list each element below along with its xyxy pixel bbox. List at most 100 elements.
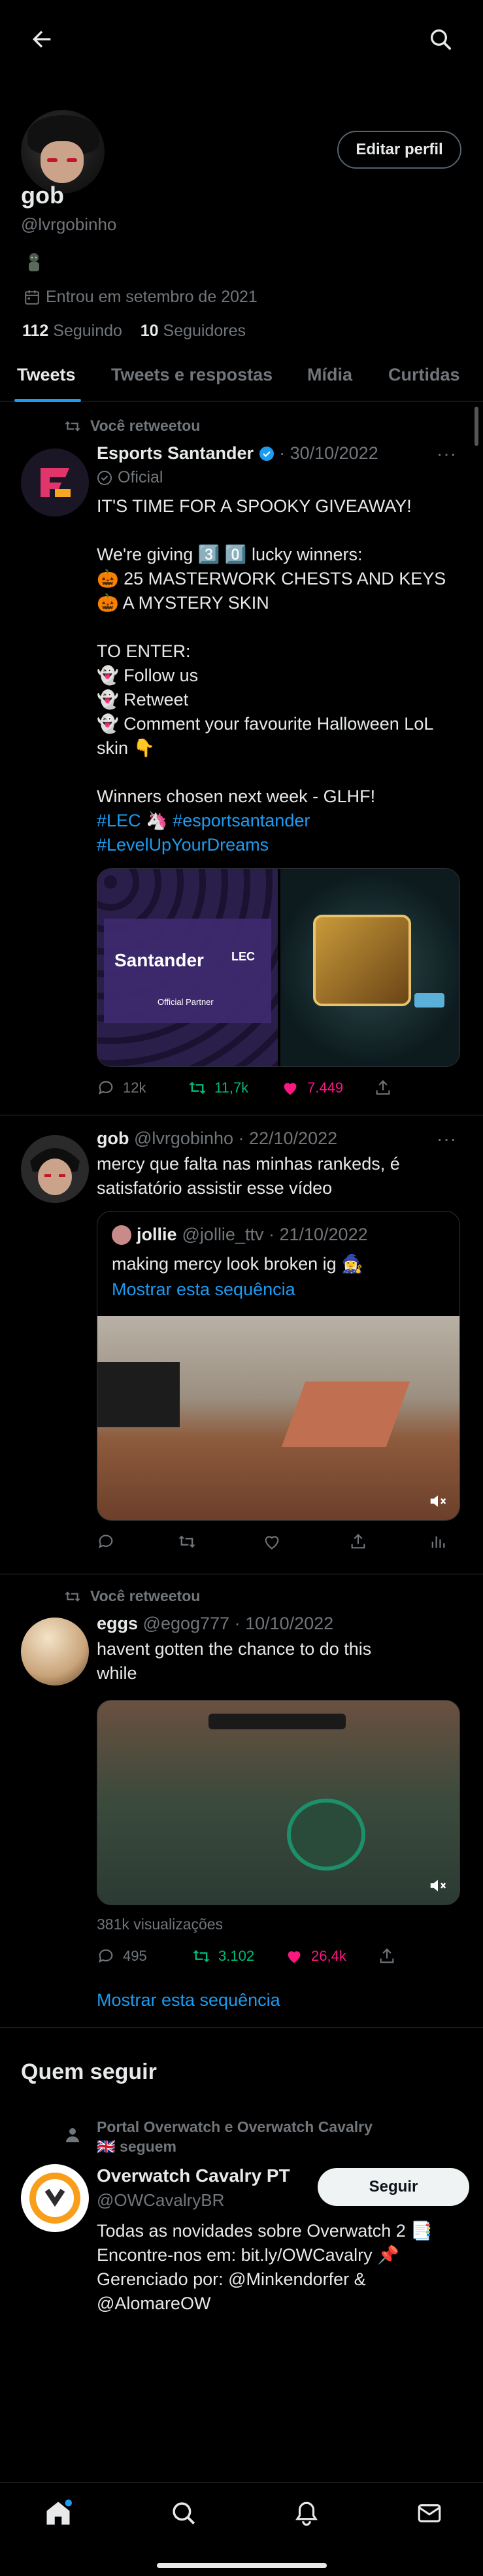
quote-show-thread-link[interactable]: Mostrar esta sequência: [112, 1280, 295, 1300]
who-to-follow-title: Quem seguir: [21, 2059, 157, 2084]
retweet-icon: [65, 420, 80, 432]
suggested-avatar[interactable]: [21, 2164, 89, 2232]
followers-link[interactable]: 10 Seguidores: [141, 322, 246, 340]
tweet-actions: 12k 11,7k 7.449: [97, 1079, 463, 1102]
more-options-icon[interactable]: ···: [437, 443, 457, 464]
mute-icon[interactable]: [428, 1876, 448, 1895]
reply-icon: [99, 1081, 113, 1095]
mute-icon[interactable]: [428, 1491, 448, 1511]
game-hud-top: [208, 1714, 346, 1729]
quote-meta: @jollie_ttv · 21/10/2022: [182, 1225, 368, 1244]
retweet-button[interactable]: 11,7k: [188, 1079, 248, 1097]
masterwork-chest-icon: [313, 915, 411, 1006]
suggested-name[interactable]: Overwatch Cavalry PT: [97, 2165, 290, 2186]
retweet-button[interactable]: 3.102: [192, 1947, 254, 1965]
show-thread-link[interactable]: Mostrar esta sequência: [97, 1990, 280, 2010]
roof-shape: [281, 1381, 410, 1447]
verified-badge-icon: [259, 447, 274, 461]
tweet-text: havent gotten the chance to do this whil…: [97, 1639, 372, 1683]
santander-brand: Santander: [114, 950, 204, 970]
analytics-button[interactable]: [429, 1533, 447, 1551]
streamer-cam: [97, 1362, 180, 1427]
quote-video[interactable]: [97, 1316, 459, 1520]
retweet-indicator: Você retweetou: [64, 1587, 200, 1605]
tab-media[interactable]: Mídia: [307, 365, 352, 385]
bottom-navigation: [0, 2482, 483, 2576]
retweet-icon: [65, 1591, 80, 1602]
reply-icon: [99, 1534, 113, 1549]
tweet-eggs[interactable]: Você retweetou eggs @egog777 · 10/10/202…: [0, 1574, 483, 2028]
lec-emoji-icon: 🦄: [146, 811, 168, 830]
messages-envelope-icon[interactable]: [416, 2500, 443, 2527]
quote-text: making mercy look broken ig 🧙‍♀️: [112, 1254, 363, 1274]
tweet-date: · 30/10/2022: [279, 443, 378, 463]
author-name[interactable]: eggs: [97, 1614, 138, 1633]
search-icon[interactable]: [427, 26, 454, 52]
home-icon[interactable]: [44, 2500, 72, 2527]
tweet-header: gob @lvrgobinho · 22/10/2022: [97, 1128, 337, 1149]
suggestion-context: Portal Overwatch e Overwatch Cavalry 🇬🇧 …: [97, 2118, 373, 2155]
author-avatar[interactable]: [21, 1618, 89, 1686]
home-indicator[interactable]: [157, 2563, 327, 2568]
game-weapon: [287, 1799, 365, 1871]
more-options-icon[interactable]: ···: [437, 1128, 457, 1149]
follow-button[interactable]: Seguir: [318, 2168, 469, 2206]
hashtag-levelupyourdreams[interactable]: #LevelUpYourDreams: [97, 835, 269, 855]
author-avatar[interactable]: [21, 449, 89, 517]
tweet-actions: [97, 1533, 463, 1556]
quote-author-name[interactable]: jollie: [137, 1225, 177, 1245]
bio-emoji-icon: [29, 253, 39, 271]
like-button[interactable]: 26,4k: [285, 1947, 346, 1965]
active-tab-indicator: [14, 399, 81, 402]
suggested-bio: Todas as novidades sobre Overwatch 2 📑 E…: [97, 2221, 433, 2313]
profile-avatar[interactable]: [21, 110, 105, 194]
notifications-bell-icon[interactable]: [293, 2500, 320, 2527]
reply-button[interactable]: 495: [97, 1947, 147, 1965]
share-button[interactable]: [349, 1533, 367, 1551]
like-button[interactable]: [263, 1533, 281, 1551]
explore-search-icon[interactable]: [170, 2500, 197, 2527]
tab-tweets[interactable]: Tweets: [17, 365, 76, 385]
like-button[interactable]: 7.449: [281, 1079, 343, 1097]
tweet-header: eggs @egog777 · 10/10/2022: [97, 1614, 333, 1634]
calendar-icon: [25, 290, 39, 305]
analytics-icon: [431, 1536, 445, 1548]
view-count: 381k visualizações: [97, 1916, 224, 1933]
joined-date: Entrou em setembro de 2021: [24, 288, 258, 307]
tab-tweets-and-replies[interactable]: Tweets e respostas: [111, 365, 273, 385]
heart-filled-icon: [284, 1083, 297, 1095]
reply-button[interactable]: [97, 1533, 115, 1551]
retweet-icon: [189, 1081, 206, 1094]
author-avatar[interactable]: [21, 1135, 89, 1203]
lec-logo-text: LEC: [231, 950, 255, 963]
hashtag-lec[interactable]: #LEC: [97, 811, 141, 830]
person-icon: [66, 2128, 79, 2143]
overwatch-logo-icon: [29, 2173, 80, 2224]
top-bar: [0, 0, 483, 78]
share-icon: [380, 1948, 394, 1963]
tweet-media-image[interactable]: Santander LEC Official Partner: [97, 868, 460, 1067]
share-button[interactable]: [374, 1079, 392, 1097]
tweet-esports-santander[interactable]: Você retweetou Esports Santander · 30/10…: [0, 403, 483, 1115]
tweet-header: Esports Santander · 30/10/2022: [97, 443, 378, 464]
hashtag-esportsantander[interactable]: #esportsantander: [173, 811, 310, 830]
heart-icon: [265, 1536, 279, 1550]
official-check-icon: [97, 470, 112, 485]
share-button[interactable]: [378, 1947, 396, 1965]
reply-button[interactable]: 12k: [97, 1079, 146, 1097]
tab-likes[interactable]: Curtidas: [388, 365, 460, 385]
following-link[interactable]: 112 Seguindo: [22, 322, 122, 340]
retweet-button[interactable]: [178, 1533, 196, 1551]
edit-profile-button[interactable]: Editar perfil: [337, 131, 461, 169]
tweet-meta: @egog777 · 10/10/2022: [142, 1614, 334, 1633]
tweet-gob[interactable]: gob @lvrgobinho · 22/10/2022 ··· mercy q…: [0, 1115, 483, 1574]
tweet-text: mercy que falta nas minhas rankeds, é sa…: [97, 1154, 400, 1198]
follow-stats: 112 Seguindo 10 Seguidores: [22, 322, 246, 341]
tweet-video[interactable]: [97, 1700, 460, 1905]
quote-author-avatar[interactable]: [112, 1225, 131, 1245]
author-name[interactable]: gob: [97, 1128, 129, 1148]
author-name[interactable]: Esports Santander: [97, 443, 254, 463]
quoted-tweet[interactable]: jollie @jollie_ttv · 21/10/2022 making m…: [97, 1211, 460, 1521]
tweet-meta: @lvrgobinho · 22/10/2022: [134, 1128, 338, 1148]
back-arrow-icon[interactable]: [29, 26, 55, 52]
